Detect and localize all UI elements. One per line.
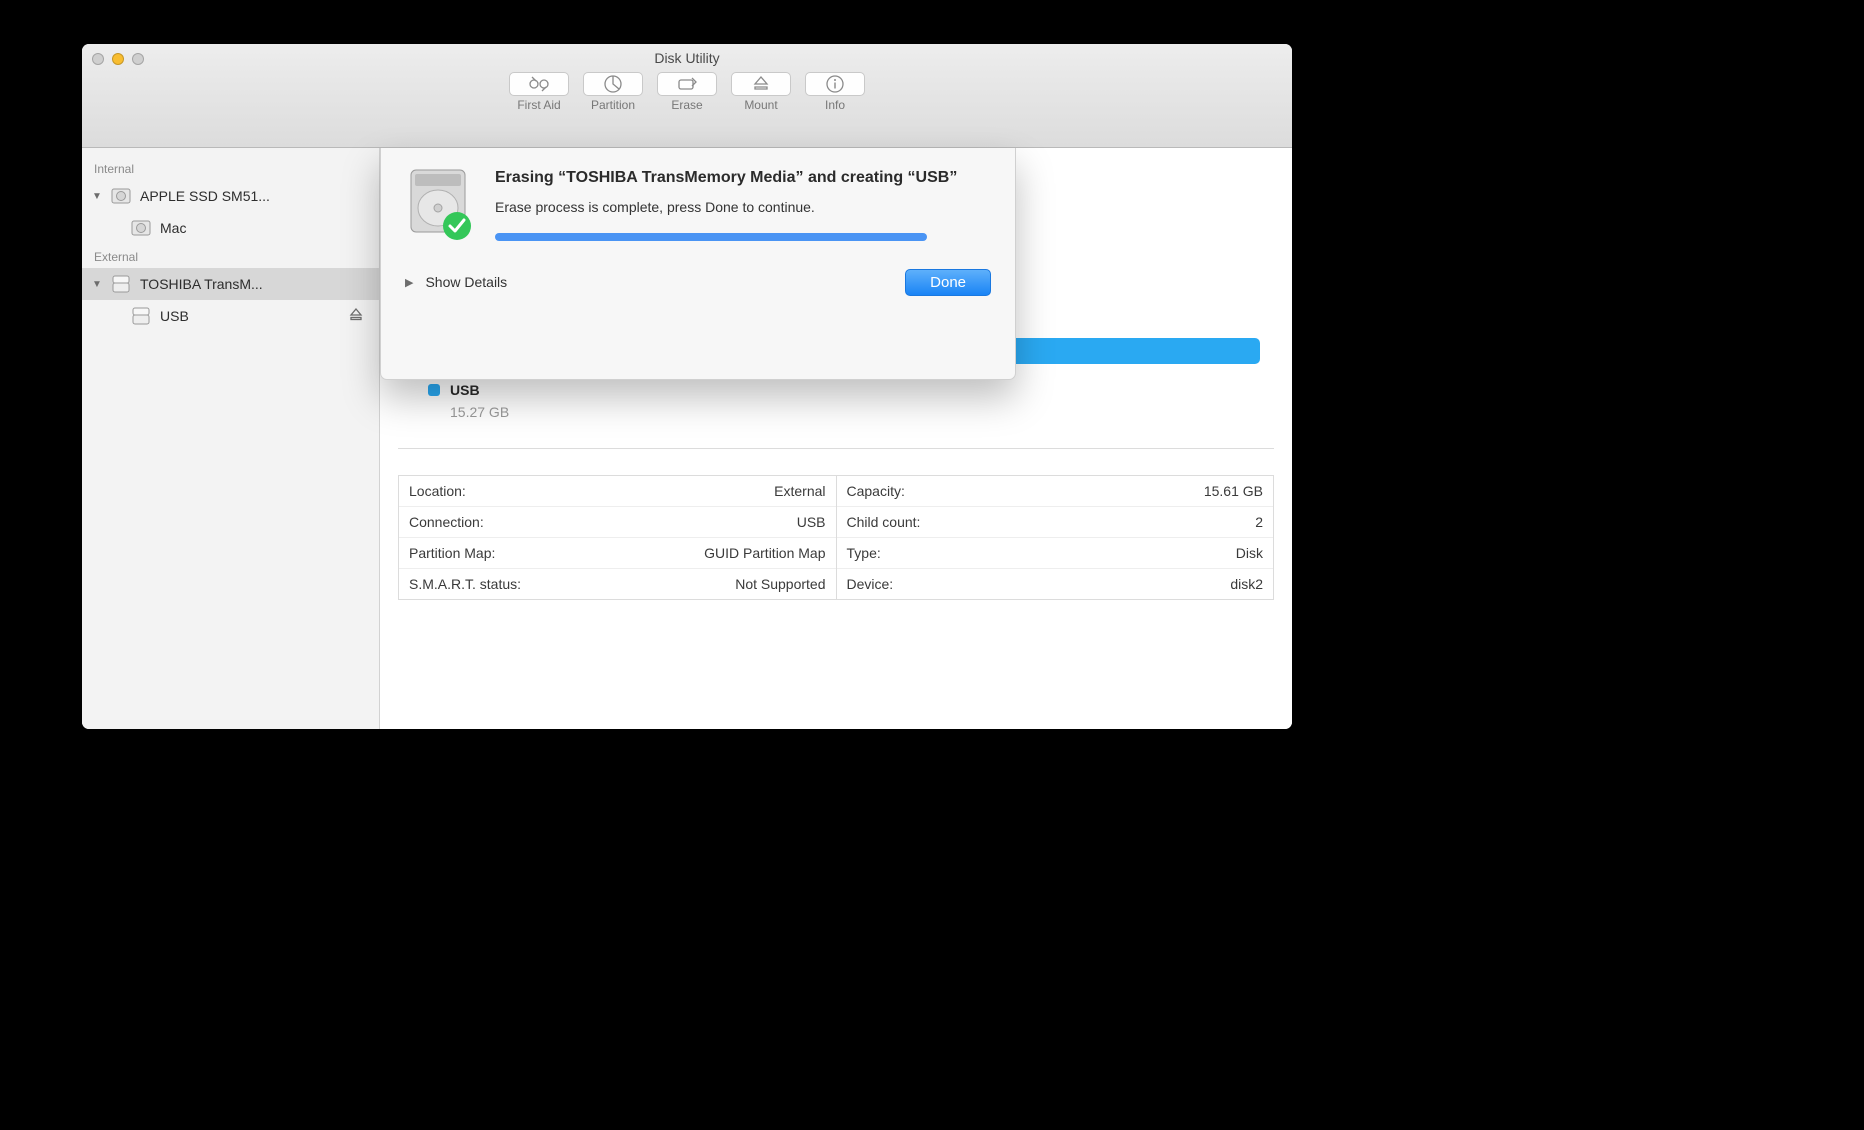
titlebar: Disk Utility First Aid Partition Erase <box>82 44 1292 148</box>
erase-icon <box>657 72 717 96</box>
sheet-title: Erasing “TOSHIBA TransMemory Media” and … <box>495 168 957 189</box>
table-row: Capacity:15.61 GB <box>837 476 1274 506</box>
erase-complete-sheet: Erasing “TOSHIBA TransMemory Media” and … <box>380 148 1016 380</box>
sidebar-item-label: TOSHIBA TransM... <box>140 276 263 292</box>
info-button[interactable]: Info <box>805 72 865 112</box>
table-row: Device:disk2 <box>837 568 1274 599</box>
table-row: S.M.A.R.T. status:Not Supported <box>399 568 836 599</box>
external-disk-icon <box>130 305 152 327</box>
disk-utility-window: Disk Utility First Aid Partition Erase <box>82 44 1292 729</box>
disk-icon <box>110 185 132 207</box>
mount-button[interactable]: Mount <box>731 72 791 112</box>
partition-label: Partition <box>591 98 635 112</box>
erase-button[interactable]: Erase <box>657 72 717 112</box>
zoom-window-button[interactable] <box>132 53 144 65</box>
sidebar-item-label: APPLE SSD SM51... <box>140 188 270 204</box>
table-row: Location:External <box>399 476 836 506</box>
first-aid-button[interactable]: First Aid <box>509 72 569 112</box>
disk-icon <box>130 217 152 239</box>
first-aid-icon <box>509 72 569 96</box>
volume-name: USB <box>450 382 480 398</box>
partition-icon <box>583 72 643 96</box>
sheet-message: Erase process is complete, press Done to… <box>495 199 957 215</box>
info-icon <box>805 72 865 96</box>
volume-size: 15.27 GB <box>380 398 1292 420</box>
external-disk-icon <box>110 273 132 295</box>
mount-label: Mount <box>744 98 777 112</box>
mount-icon <box>731 72 791 96</box>
table-row: Partition Map:GUID Partition Map <box>399 537 836 568</box>
divider <box>398 448 1274 449</box>
sidebar-item-external-disk[interactable]: ▼ TOSHIBA TransM... <box>82 268 379 300</box>
progress-bar <box>495 233 927 241</box>
table-row: Connection:USB <box>399 506 836 537</box>
erase-label: Erase <box>671 98 702 112</box>
done-button[interactable]: Done <box>905 269 991 296</box>
show-details-label: Show Details <box>425 274 507 290</box>
sidebar-section-internal: Internal <box>82 156 379 180</box>
table-row: Type:Disk <box>837 537 1274 568</box>
minimize-window-button[interactable] <box>112 53 124 65</box>
sidebar-item-internal-disk[interactable]: ▼ APPLE SSD SM51... <box>82 180 379 212</box>
sidebar-item-internal-volume[interactable]: Mac <box>82 212 379 244</box>
volume-color-swatch <box>428 384 440 396</box>
disk-success-icon <box>405 168 475 238</box>
sidebar: Internal ▼ APPLE SSD SM51... Mac Externa… <box>82 148 380 729</box>
eject-icon[interactable] <box>349 308 363 325</box>
info-label: Info <box>825 98 845 112</box>
sidebar-item-external-volume[interactable]: USB <box>82 300 379 332</box>
first-aid-label: First Aid <box>517 98 560 112</box>
sidebar-item-label: Mac <box>160 220 186 236</box>
chevron-right-icon: ▶ <box>405 276 413 289</box>
disclosure-triangle-icon[interactable]: ▼ <box>92 191 102 202</box>
disclosure-triangle-icon[interactable]: ▼ <box>92 279 102 290</box>
sidebar-item-label: USB <box>160 308 189 324</box>
toolbar: First Aid Partition Erase Mount <box>82 72 1292 112</box>
show-details-toggle[interactable]: ▶ Show Details <box>405 274 507 290</box>
window-title: Disk Utility <box>82 44 1292 66</box>
close-window-button[interactable] <box>92 53 104 65</box>
details-table: Location:External Connection:USB Partiti… <box>398 475 1274 600</box>
table-row: Child count:2 <box>837 506 1274 537</box>
partition-button[interactable]: Partition <box>583 72 643 112</box>
sidebar-section-external: External <box>82 244 379 268</box>
